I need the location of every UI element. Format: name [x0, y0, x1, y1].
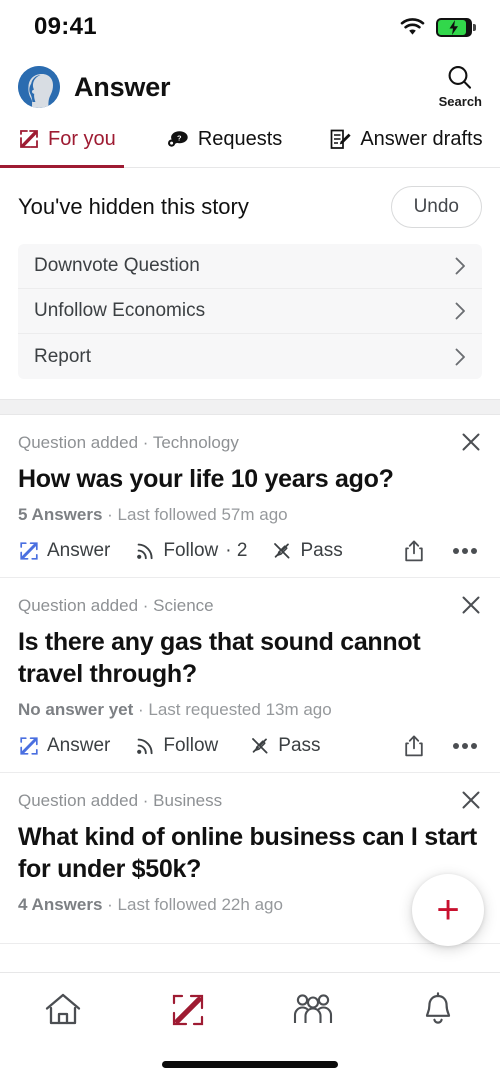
home-icon: [43, 991, 83, 1029]
undo-button[interactable]: Undo: [390, 186, 482, 228]
draft-pencil-icon: [328, 128, 352, 151]
answer-count: No answer yet: [18, 700, 134, 719]
pencil-square-icon: [18, 540, 40, 562]
section-divider: [0, 399, 500, 415]
home-indicator: [162, 1061, 338, 1068]
card-actions: Answer Follow Pass: [18, 734, 482, 758]
option-label: Downvote Question: [34, 255, 200, 276]
follow-rss-icon: [134, 540, 156, 562]
card-meta-label: Question added · Business: [18, 791, 223, 810]
hidden-story-options: Downvote Question Unfollow Economics Rep…: [18, 244, 482, 379]
last-activity: · Last followed 57m ago: [102, 505, 288, 524]
tab-bar: For you ? Requests Answer drafts: [0, 120, 500, 168]
follow-button[interactable]: Follow: [134, 735, 225, 757]
follow-label: Follow: [163, 540, 219, 561]
card-meta-label: Question added · Technology: [18, 433, 239, 452]
close-icon[interactable]: [460, 431, 482, 453]
search-button[interactable]: Search: [439, 63, 482, 111]
hidden-story-block: You've hidden this story Undo Downvote Q…: [0, 168, 500, 399]
answer-label: Answer: [47, 540, 111, 561]
battery-charging-icon: [436, 17, 476, 37]
answer-count: 5 Answers: [18, 505, 103, 524]
people-group-icon: [292, 992, 334, 1028]
chevron-right-icon: [455, 348, 466, 366]
card-actions-right: [403, 734, 478, 758]
status-indicators: [400, 17, 476, 37]
share-icon[interactable]: [403, 734, 425, 758]
tab-answer-drafts-label: Answer drafts: [360, 127, 483, 150]
last-activity: · Last requested 13m ago: [133, 700, 332, 719]
wifi-icon: [400, 18, 425, 36]
last-activity: · Last followed 22h ago: [102, 895, 283, 914]
nav-item-spaces[interactable]: [250, 987, 375, 1033]
pass-label: Pass: [278, 735, 321, 756]
option-downvote-question[interactable]: Downvote Question: [18, 244, 482, 289]
pass-cross-icon: [271, 540, 293, 562]
question-bubble-icon: ?: [166, 129, 190, 149]
pass-cross-icon: [249, 735, 271, 757]
status-time: 09:41: [34, 13, 97, 40]
svg-text:?: ?: [177, 134, 182, 143]
card-actions: Answer Follow · 2 Pass: [18, 539, 482, 563]
card-meta-row: Question added · Technology: [18, 433, 482, 453]
tab-requests-label: Requests: [197, 127, 283, 150]
card-actions-right: [403, 539, 478, 563]
bell-icon: [420, 991, 456, 1029]
pass-label: Pass: [300, 540, 343, 561]
page-title: Answer: [74, 71, 171, 102]
close-icon[interactable]: [460, 594, 482, 616]
more-horizontal-icon[interactable]: [451, 740, 478, 752]
answer-button[interactable]: Answer: [18, 540, 110, 562]
pass-button[interactable]: Pass: [271, 540, 343, 562]
follow-count: · 2: [225, 540, 248, 561]
follow-rss-icon: [134, 735, 156, 757]
answer-avatar-logo[interactable]: [18, 66, 60, 108]
nav-item-answer[interactable]: [125, 987, 250, 1033]
answer-count: 4 Answers: [18, 895, 103, 914]
option-label: Report: [34, 345, 92, 367]
follow-label: Follow: [163, 735, 219, 756]
card-meta-row: Question added · Business: [18, 791, 482, 811]
chevron-right-icon: [455, 302, 466, 320]
question-card[interactable]: Question added · Technology How was your…: [0, 415, 500, 578]
card-meta-label: Question added · Science: [18, 596, 214, 615]
pencil-square-icon: [18, 735, 40, 757]
pencil-square-icon: [18, 128, 40, 150]
create-fab[interactable]: +: [412, 874, 484, 946]
chevron-right-icon: [455, 257, 466, 275]
nav-item-notifications[interactable]: [375, 987, 500, 1033]
question-stats: No answer yet · Last requested 13m ago: [18, 700, 482, 720]
share-icon[interactable]: [403, 539, 425, 563]
app-header: Answer Search: [0, 54, 500, 120]
option-report[interactable]: Report: [18, 334, 482, 379]
plus-icon: +: [436, 888, 460, 932]
app-screen: 09:41 Answer Search For you ? Requests A…: [0, 0, 500, 1080]
status-bar: 09:41: [0, 0, 500, 54]
hidden-story-title: You've hidden this story: [18, 194, 249, 219]
question-title[interactable]: How was your life 10 years ago?: [18, 463, 482, 495]
option-unfollow-economics[interactable]: Unfollow Economics: [18, 289, 482, 334]
answer-button[interactable]: Answer: [18, 735, 110, 757]
more-horizontal-icon[interactable]: [451, 545, 478, 557]
tab-requests[interactable]: ? Requests: [166, 120, 283, 168]
search-icon: [445, 63, 475, 93]
question-title[interactable]: What kind of online business can I start…: [18, 821, 482, 885]
search-label: Search: [438, 94, 482, 109]
bottom-navigation: [0, 972, 500, 1080]
question-stats: 5 Answers · Last followed 57m ago: [18, 505, 482, 525]
hidden-story-header: You've hidden this story Undo: [18, 186, 482, 228]
tab-for-you-label: For you: [48, 127, 116, 150]
close-icon[interactable]: [460, 789, 482, 811]
card-meta-row: Question added · Science: [18, 596, 482, 616]
answer-label: Answer: [47, 735, 111, 756]
follow-button[interactable]: Follow · 2: [134, 540, 247, 562]
question-title[interactable]: Is there any gas that sound cannot trave…: [18, 626, 482, 690]
pencil-square-icon: [169, 991, 207, 1029]
question-card[interactable]: Question added · Science Is there any ga…: [0, 578, 500, 773]
option-label: Unfollow Economics: [34, 300, 206, 321]
pass-button[interactable]: Pass: [249, 735, 321, 757]
tab-for-you[interactable]: For you: [0, 120, 124, 168]
nav-item-home[interactable]: [0, 987, 125, 1033]
tab-answer-drafts[interactable]: Answer drafts: [328, 120, 483, 168]
